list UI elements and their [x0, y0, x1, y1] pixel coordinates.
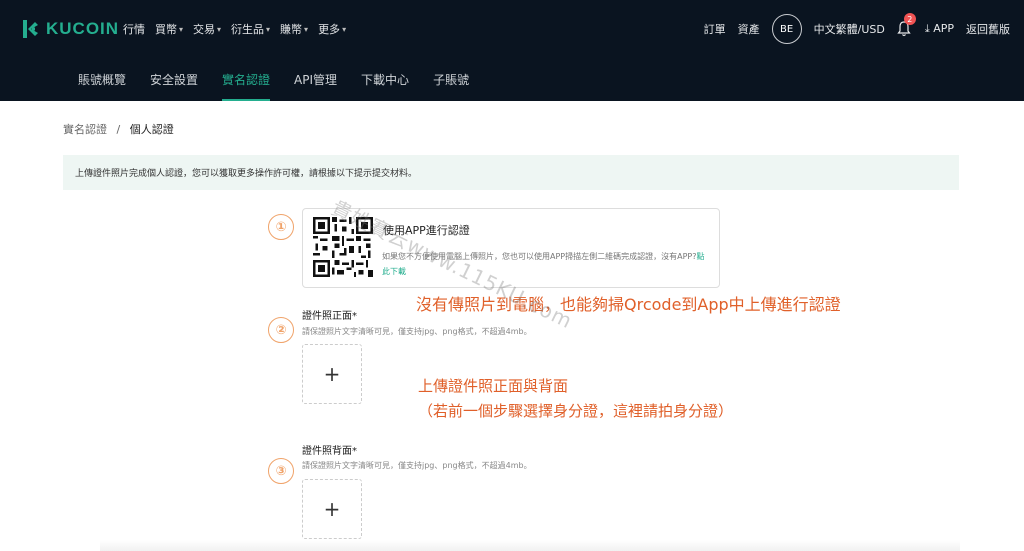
info-notice: 上傳證件照片完成個人認證，您可以獲取更多操作許可權，請根據以下提示提交材料。 — [63, 155, 959, 190]
tab-account-overview[interactable]: 賬號概覽 — [78, 58, 126, 101]
bottom-divider — [100, 540, 960, 551]
brand-name: KUCOIN — [46, 19, 120, 38]
top-header: KUCOIN 行情 買幣 ▾ 交易 ▾ 衍生品 ▾ 賺幣 ▾ 更多 ▾ 訂單 資產 BE … — [0, 0, 1024, 101]
step-3-badge: ③ — [268, 458, 294, 484]
avatar[interactable]: BE — [771, 14, 802, 44]
front-id-hint: 請保證照片文字清晰可見，僅支持jpg、png格式，不超過4mb。 — [302, 327, 532, 336]
menu-earn[interactable]: 賺幣 ▾ — [280, 21, 308, 37]
tab-api[interactable]: API管理 — [294, 58, 337, 101]
tab-sub-account[interactable]: 子賬號 — [433, 58, 469, 101]
chevron-down-icon: ▾ — [217, 24, 222, 34]
tab-security[interactable]: 安全設置 — [150, 58, 198, 101]
back-id-upload[interactable]: + — [302, 479, 362, 539]
menu-trade[interactable]: 交易 ▾ — [193, 21, 221, 37]
top-menu: 行情 買幣 ▾ 交易 ▾ 衍生品 ▾ 賺幣 ▾ 更多 ▾ — [123, 21, 346, 37]
kucoin-logo[interactable]: KUCOIN — [20, 18, 119, 40]
annotation-id-tip: （若前一個步驟選擇身分證，這裡請拍身分證） — [418, 402, 734, 420]
annotation-upload-tip: 上傳證件照正面與背面 — [418, 377, 569, 395]
tab-download-center[interactable]: 下載中心 — [361, 58, 409, 101]
back-id-label: 證件照背面* — [302, 446, 357, 457]
front-id-label: 證件照正面* — [302, 311, 357, 322]
menu-markets[interactable]: 行情 — [123, 21, 145, 37]
breadcrumb: 實名認證 / 個人認證 — [63, 121, 174, 137]
account-tabs: 賬號概覽 安全設置 實名認證 API管理 下載中心 子賬號 — [78, 58, 469, 101]
app-download-link[interactable]: ⤓ APP — [925, 22, 954, 36]
breadcrumb-current: 個人認證 — [129, 123, 174, 136]
download-icon: ⤓ — [924, 22, 930, 35]
chevron-down-icon: ▾ — [342, 24, 347, 34]
back-id-hint: 請保證照片文字清晰可見，僅支持jpg、png格式，不超過4mb。 — [302, 461, 532, 470]
tab-kyc[interactable]: 實名認證 — [222, 58, 271, 101]
annotation-qrcode-tip: 沒有傳照片到電腦，也能夠掃Qrcode到App中上傳進行認證 — [416, 295, 841, 314]
orders-link[interactable]: 訂單 — [704, 21, 726, 37]
main-nav: KUCOIN 行情 買幣 ▾ 交易 ▾ 衍生品 ▾ 賺幣 ▾ 更多 ▾ 訂單 資產 BE … — [0, 0, 1024, 58]
menu-label: 賺幣 — [280, 23, 303, 36]
assets-link[interactable]: 資產 — [738, 21, 760, 37]
breadcrumb-separator: / — [116, 123, 121, 136]
chevron-down-icon: ▾ — [304, 24, 309, 34]
notification-badge: 2 — [903, 13, 916, 25]
menu-more[interactable]: 更多 ▾ — [318, 21, 346, 37]
step-2-badge: ② — [268, 317, 294, 343]
breadcrumb-parent[interactable]: 實名認證 — [63, 123, 107, 136]
chevron-down-icon: ▾ — [266, 24, 271, 34]
menu-label: 買幣 — [155, 23, 177, 36]
plus-icon: + — [323, 497, 341, 521]
menu-label: 交易 — [193, 23, 216, 36]
chevron-down-icon: ▾ — [179, 24, 184, 34]
header-right: 訂單 資產 BE 中文繁體/USD 2 ⤓ APP 返回舊版 — [704, 13, 1010, 44]
menu-label: 更多 — [318, 23, 341, 36]
menu-buy-crypto[interactable]: 買幣 ▾ — [155, 21, 183, 37]
kucoin-logo-icon — [23, 20, 38, 38]
classic-version-link[interactable]: 返回舊版 — [966, 21, 1010, 37]
front-id-upload[interactable]: + — [302, 344, 362, 404]
menu-derivatives[interactable]: 衍生品 ▾ — [231, 21, 270, 37]
menu-label: 行情 — [123, 23, 145, 36]
locale-currency-select[interactable]: 中文繁體/USD — [814, 21, 885, 37]
app-label: APP — [933, 22, 954, 35]
menu-label: 衍生品 — [231, 23, 265, 36]
step-1-badge: ① — [268, 214, 294, 240]
notification-button[interactable]: 2 — [897, 13, 916, 37]
notice-text: 上傳證件照片完成個人認證，您可以獲取更多操作許可權，請根據以下提示提交材料。 — [75, 169, 418, 179]
plus-icon: + — [323, 362, 341, 386]
